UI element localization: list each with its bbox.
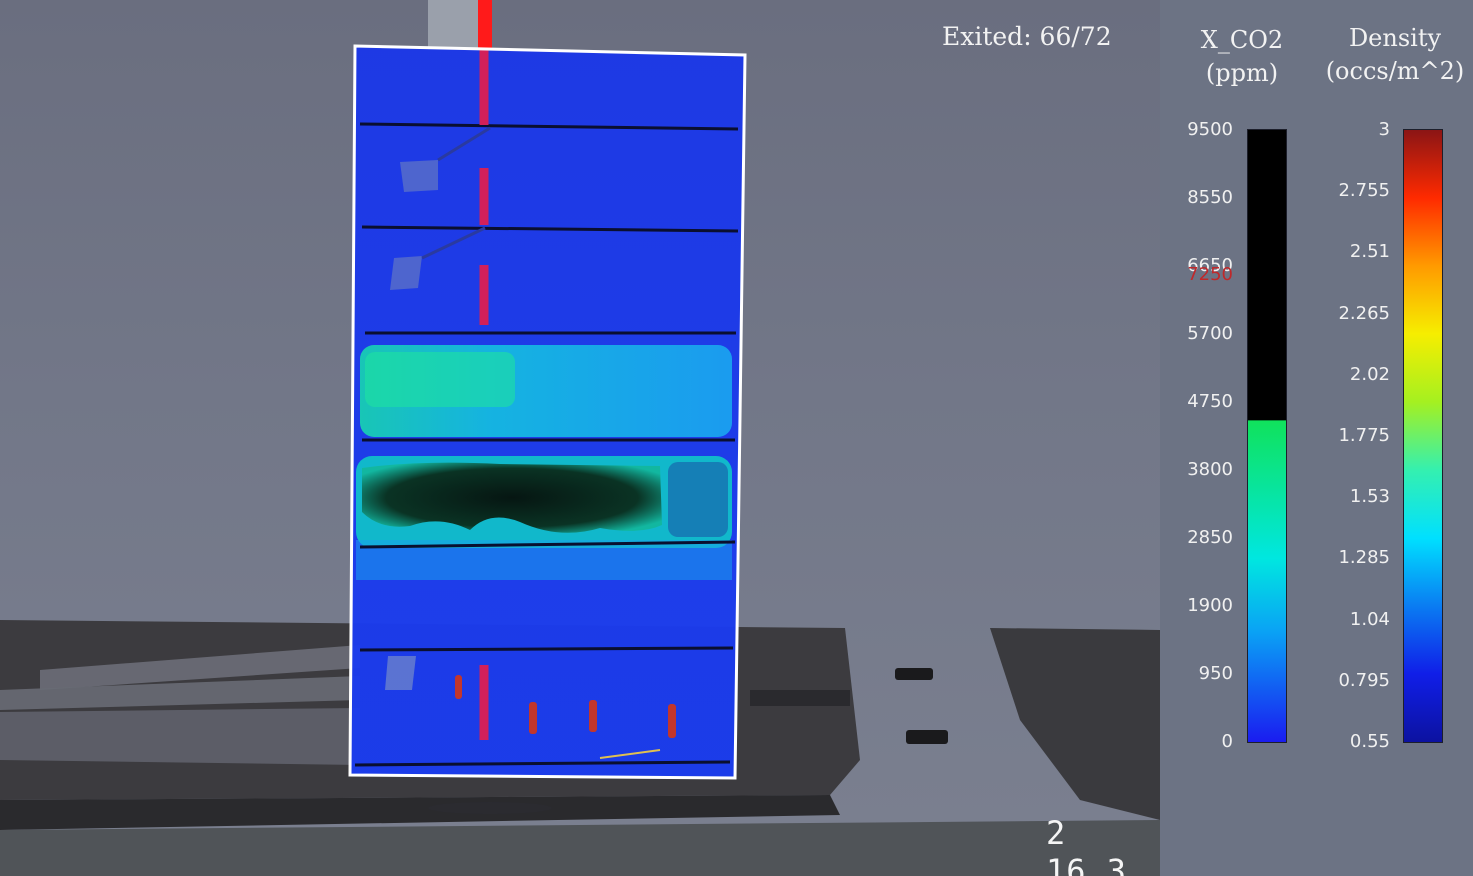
density-tick: 3 xyxy=(1378,119,1390,140)
co2-tick: 5700 xyxy=(1187,323,1233,344)
co2-threshold-tick: 7250 xyxy=(1187,264,1233,285)
co2-title-line2: (ppm) xyxy=(1205,59,1279,87)
simulation-timer: 2 16.3 xyxy=(1046,814,1128,876)
density-tick: 2.265 xyxy=(1338,302,1390,324)
co2-tick: 1900 xyxy=(1187,595,1233,616)
ground-platform-right xyxy=(990,628,1160,820)
density-tick: 2.51 xyxy=(1349,241,1390,263)
co2-tick: 2850 xyxy=(1187,527,1233,548)
co2-tick: 8550 xyxy=(1187,187,1233,208)
co2-tick: 4750 xyxy=(1187,391,1233,412)
density-tick: 2.02 xyxy=(1349,363,1390,385)
density-tick: 2.755 xyxy=(1338,180,1390,202)
co2-title-line1: X_CO2 xyxy=(1200,26,1284,54)
density-color-bar xyxy=(1403,129,1443,743)
co2-tick: 9500 xyxy=(1187,119,1233,140)
density-tick: 1.285 xyxy=(1338,547,1390,569)
exited-counter: Exited: 66/72 xyxy=(942,22,1112,51)
co2-legend-title: X_CO2 (ppm) xyxy=(1182,24,1302,90)
co2-tick: 3800 xyxy=(1187,459,1233,480)
density-tick: 1.53 xyxy=(1349,486,1390,508)
co2-color-bar xyxy=(1247,129,1287,743)
simulation-viewport[interactable]: Exited: 66/72 2 16.3 xyxy=(0,0,1160,876)
building-render xyxy=(0,0,1160,876)
density-title-line2: (occs/m^2) xyxy=(1325,57,1465,85)
co2-tick: 950 xyxy=(1198,663,1233,684)
density-tick: 1.04 xyxy=(1349,608,1390,630)
density-tick: 0.795 xyxy=(1338,669,1390,691)
legend-panel: X_CO2 (ppm) Density (occs/m^2) 9500 8550 6… xyxy=(1160,0,1473,876)
density-tick: 0.55 xyxy=(1349,731,1390,752)
density-legend-title: Density (occs/m^2) xyxy=(1320,22,1470,88)
density-title-line1: Density xyxy=(1348,24,1442,52)
co2-tick: 0 xyxy=(1221,731,1233,752)
density-tick: 1.775 xyxy=(1338,425,1390,446)
